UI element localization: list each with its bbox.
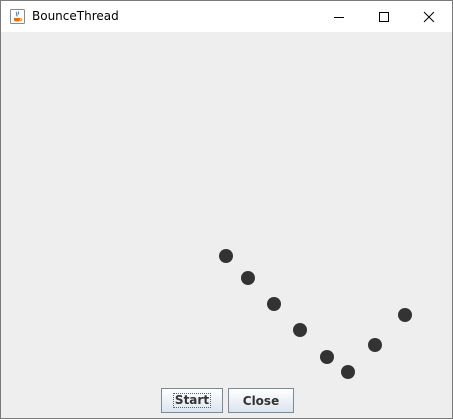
ball — [219, 249, 233, 263]
ball — [341, 365, 355, 379]
close-button[interactable]: Close — [228, 388, 294, 413]
close-window-button[interactable] — [406, 1, 452, 32]
ball-layer — [219, 249, 412, 379]
ball — [241, 271, 255, 285]
close-icon — [423, 11, 435, 22]
ball — [368, 338, 382, 352]
close-button-label: Close — [242, 393, 280, 408]
ball — [320, 350, 334, 364]
start-button[interactable]: Start — [161, 388, 223, 413]
java-cup-icon[interactable] — [10, 9, 25, 24]
ball — [267, 297, 281, 311]
maximize-icon — [379, 11, 389, 22]
minimize-button[interactable] — [316, 1, 362, 32]
start-button-label: Start — [172, 393, 212, 408]
window-title: BounceThread — [32, 9, 119, 23]
ball — [293, 323, 307, 337]
title-bar[interactable]: BounceThread — [1, 1, 452, 32]
button-panel: Start Close — [1, 385, 452, 418]
ball — [398, 308, 412, 322]
bounce-thread-window: BounceThread Start Close — [0, 0, 453, 419]
bounce-canvas — [1, 32, 452, 384]
maximize-button[interactable] — [361, 1, 407, 32]
minimize-icon — [334, 16, 344, 18]
